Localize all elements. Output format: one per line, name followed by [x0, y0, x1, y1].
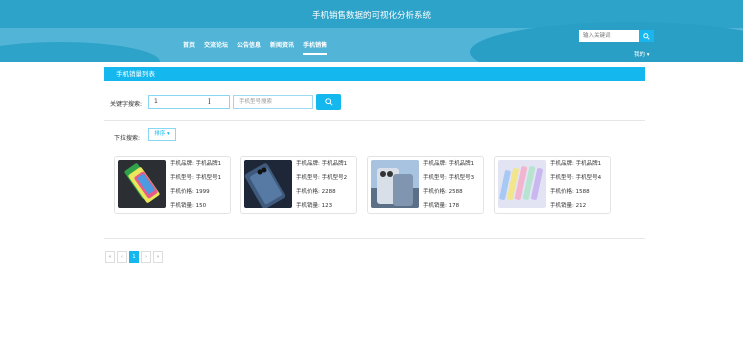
product-price: 手机价格: 1999: [170, 189, 210, 195]
product-card[interactable]: 手机品牌: 手机品牌1 手机型号: 手机型号3 手机价格: 2588 手机销量:…: [367, 156, 484, 214]
page-prev-button[interactable]: ‹: [117, 251, 127, 263]
product-image: [498, 160, 546, 208]
pagination: « ‹ 1 › »: [105, 251, 163, 263]
nav-home[interactable]: 首页: [183, 40, 195, 55]
product-image: [118, 160, 166, 208]
page-number-current[interactable]: 1: [129, 251, 139, 263]
product-model: 手机型号: 手机型号2: [296, 175, 348, 181]
site-title: 手机销售数据的可视化分析系统: [311, 11, 431, 21]
nav-news[interactable]: 新闻资讯: [270, 40, 294, 55]
nav-notice[interactable]: 公告信息: [237, 40, 261, 55]
header-search-button[interactable]: [639, 30, 654, 42]
search-icon: [324, 98, 333, 106]
product-brand: 手机品牌: 手机品牌1: [423, 161, 475, 167]
keyword-search-input[interactable]: 1: [148, 95, 230, 109]
product-card[interactable]: 手机品牌: 手机品牌1 手机型号: 手机型号1 手机价格: 1999 手机销量:…: [114, 156, 231, 214]
section-title-bar: 手机销量列表: [104, 67, 645, 81]
product-brand: 手机品牌: 手机品牌1: [296, 161, 348, 167]
product-brand: 手机品牌: 手机品牌1: [550, 161, 602, 167]
keyword-search-label: 关键字搜索:: [110, 101, 143, 108]
product-sales: 手机销量: 150: [170, 203, 207, 209]
search-icon: [643, 32, 650, 40]
product-image: [244, 160, 292, 208]
product-model: 手机型号: 手机型号1: [170, 175, 222, 181]
search-button[interactable]: [316, 94, 341, 110]
product-card[interactable]: 手机品牌: 手机品牌1 手机型号: 手机型号4 手机价格: 1588 手机销量:…: [494, 156, 611, 214]
nav-forum[interactable]: 交流论坛: [204, 40, 228, 55]
product-model: 手机型号: 手机型号3: [423, 175, 475, 181]
page-last-button[interactable]: »: [153, 251, 163, 263]
dropdown-search-label: 下拉搜索:: [114, 135, 141, 142]
product-image: [371, 160, 419, 208]
sort-dropdown[interactable]: 排序 ▾: [148, 128, 176, 141]
product-price: 手机价格: 2288: [296, 189, 336, 195]
model-search-input[interactable]: 手机型号搜索: [233, 95, 313, 109]
product-model: 手机型号: 手机型号4: [550, 175, 602, 181]
product-sales: 手机销量: 123: [296, 203, 333, 209]
nav-phone-sales[interactable]: 手机销售: [303, 40, 328, 55]
header-search-input[interactable]: [579, 30, 639, 42]
text-cursor-icon: I: [208, 98, 211, 106]
product-price: 手机价格: 1588: [550, 189, 590, 195]
product-card[interactable]: 手机品牌: 手机品牌1 手机型号: 手机型号2 手机价格: 2288 手机销量:…: [240, 156, 357, 214]
user-menu[interactable]: 我的 ▾: [634, 50, 650, 58]
product-brand: 手机品牌: 手机品牌1: [170, 161, 222, 167]
page-next-button[interactable]: ›: [141, 251, 151, 263]
divider: [104, 238, 645, 239]
divider: [104, 120, 645, 121]
page-first-button[interactable]: «: [105, 251, 115, 263]
site-header: 手机销售数据的可视化分析系统 首页 交流论坛 公告信息 新闻资讯 手机销售 我的…: [0, 0, 743, 62]
product-price: 手机价格: 2588: [423, 189, 463, 195]
product-sales: 手机销量: 212: [550, 203, 587, 209]
product-sales: 手机销量: 178: [423, 203, 460, 209]
main-nav: 首页 交流论坛 公告信息 新闻资讯 手机销售: [183, 40, 328, 55]
